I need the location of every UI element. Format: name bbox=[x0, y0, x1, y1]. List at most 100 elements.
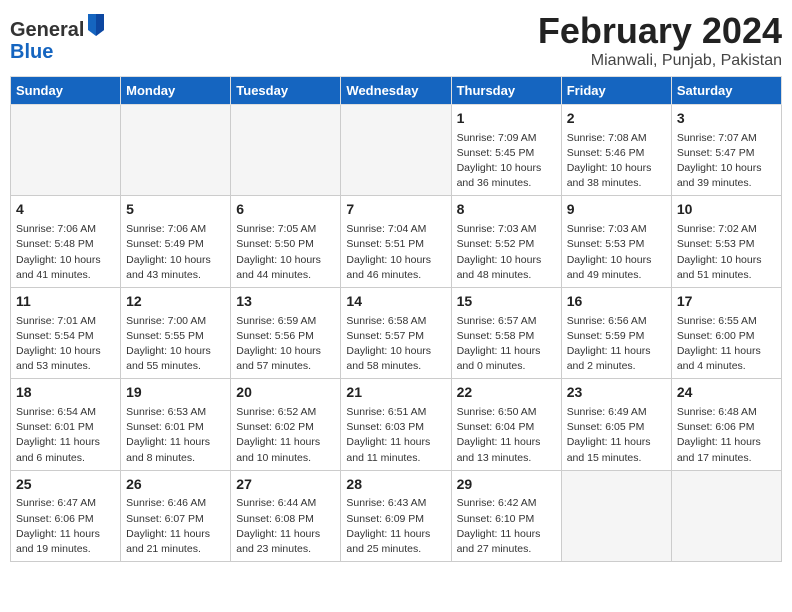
day-number: 28 bbox=[346, 475, 445, 495]
day-info: Sunrise: 6:57 AMSunset: 5:58 PMDaylight:… bbox=[457, 314, 556, 375]
calendar-cell: 29Sunrise: 6:42 AMSunset: 6:10 PMDayligh… bbox=[451, 470, 561, 561]
logo-general-text: General bbox=[10, 19, 84, 41]
day-number: 23 bbox=[567, 383, 666, 403]
calendar-cell: 25Sunrise: 6:47 AMSunset: 6:06 PMDayligh… bbox=[11, 470, 121, 561]
calendar-cell: 5Sunrise: 7:06 AMSunset: 5:49 PMDaylight… bbox=[121, 196, 231, 287]
calendar-cell: 6Sunrise: 7:05 AMSunset: 5:50 PMDaylight… bbox=[231, 196, 341, 287]
calendar-table: Sunday Monday Tuesday Wednesday Thursday… bbox=[10, 76, 782, 562]
day-info: Sunrise: 6:59 AMSunset: 5:56 PMDaylight:… bbox=[236, 314, 335, 375]
day-info: Sunrise: 6:50 AMSunset: 6:04 PMDaylight:… bbox=[457, 405, 556, 466]
page-header: General Blue February 2024 Mianwali, Pun… bbox=[10, 10, 782, 70]
day-number: 26 bbox=[126, 475, 225, 495]
calendar-cell: 14Sunrise: 6:58 AMSunset: 5:57 PMDayligh… bbox=[341, 287, 451, 378]
day-number: 12 bbox=[126, 292, 225, 312]
day-number: 8 bbox=[457, 200, 556, 220]
day-info: Sunrise: 6:47 AMSunset: 6:06 PMDaylight:… bbox=[16, 496, 115, 557]
calendar-cell: 15Sunrise: 6:57 AMSunset: 5:58 PMDayligh… bbox=[451, 287, 561, 378]
calendar-cell bbox=[341, 105, 451, 196]
calendar-cell: 27Sunrise: 6:44 AMSunset: 6:08 PMDayligh… bbox=[231, 470, 341, 561]
day-number: 9 bbox=[567, 200, 666, 220]
day-number: 6 bbox=[236, 200, 335, 220]
calendar-cell: 3Sunrise: 7:07 AMSunset: 5:47 PMDaylight… bbox=[671, 105, 781, 196]
calendar-cell bbox=[231, 105, 341, 196]
calendar-header-row: Sunday Monday Tuesday Wednesday Thursday… bbox=[11, 77, 782, 105]
calendar-cell: 21Sunrise: 6:51 AMSunset: 6:03 PMDayligh… bbox=[341, 379, 451, 470]
calendar-week-2: 4Sunrise: 7:06 AMSunset: 5:48 PMDaylight… bbox=[11, 196, 782, 287]
day-info: Sunrise: 7:06 AMSunset: 5:49 PMDaylight:… bbox=[126, 222, 225, 283]
day-info: Sunrise: 6:46 AMSunset: 6:07 PMDaylight:… bbox=[126, 496, 225, 557]
calendar-cell: 12Sunrise: 7:00 AMSunset: 5:55 PMDayligh… bbox=[121, 287, 231, 378]
day-number: 20 bbox=[236, 383, 335, 403]
day-number: 21 bbox=[346, 383, 445, 403]
col-saturday: Saturday bbox=[671, 77, 781, 105]
calendar-week-1: 1Sunrise: 7:09 AMSunset: 5:45 PMDaylight… bbox=[11, 105, 782, 196]
day-info: Sunrise: 6:42 AMSunset: 6:10 PMDaylight:… bbox=[457, 496, 556, 557]
logo-icon bbox=[86, 12, 106, 36]
calendar-week-3: 11Sunrise: 7:01 AMSunset: 5:54 PMDayligh… bbox=[11, 287, 782, 378]
col-monday: Monday bbox=[121, 77, 231, 105]
main-title: February 2024 bbox=[538, 10, 782, 52]
day-number: 1 bbox=[457, 109, 556, 129]
calendar-cell: 13Sunrise: 6:59 AMSunset: 5:56 PMDayligh… bbox=[231, 287, 341, 378]
day-info: Sunrise: 6:53 AMSunset: 6:01 PMDaylight:… bbox=[126, 405, 225, 466]
logo: General Blue bbox=[10, 16, 106, 63]
day-info: Sunrise: 7:03 AMSunset: 5:53 PMDaylight:… bbox=[567, 222, 666, 283]
day-info: Sunrise: 7:05 AMSunset: 5:50 PMDaylight:… bbox=[236, 222, 335, 283]
day-number: 11 bbox=[16, 292, 115, 312]
calendar-week-4: 18Sunrise: 6:54 AMSunset: 6:01 PMDayligh… bbox=[11, 379, 782, 470]
day-number: 29 bbox=[457, 475, 556, 495]
calendar-cell bbox=[11, 105, 121, 196]
calendar-cell: 22Sunrise: 6:50 AMSunset: 6:04 PMDayligh… bbox=[451, 379, 561, 470]
day-number: 14 bbox=[346, 292, 445, 312]
calendar-cell: 24Sunrise: 6:48 AMSunset: 6:06 PMDayligh… bbox=[671, 379, 781, 470]
calendar-cell bbox=[561, 470, 671, 561]
calendar-cell: 7Sunrise: 7:04 AMSunset: 5:51 PMDaylight… bbox=[341, 196, 451, 287]
title-block: February 2024 Mianwali, Punjab, Pakistan bbox=[538, 10, 782, 70]
day-number: 25 bbox=[16, 475, 115, 495]
day-number: 18 bbox=[16, 383, 115, 403]
day-info: Sunrise: 6:54 AMSunset: 6:01 PMDaylight:… bbox=[16, 405, 115, 466]
day-info: Sunrise: 6:44 AMSunset: 6:08 PMDaylight:… bbox=[236, 496, 335, 557]
calendar-cell bbox=[121, 105, 231, 196]
calendar-cell: 16Sunrise: 6:56 AMSunset: 5:59 PMDayligh… bbox=[561, 287, 671, 378]
calendar-cell bbox=[671, 470, 781, 561]
day-number: 17 bbox=[677, 292, 776, 312]
day-number: 19 bbox=[126, 383, 225, 403]
day-number: 10 bbox=[677, 200, 776, 220]
calendar-cell: 20Sunrise: 6:52 AMSunset: 6:02 PMDayligh… bbox=[231, 379, 341, 470]
calendar-cell: 28Sunrise: 6:43 AMSunset: 6:09 PMDayligh… bbox=[341, 470, 451, 561]
day-info: Sunrise: 6:49 AMSunset: 6:05 PMDaylight:… bbox=[567, 405, 666, 466]
day-info: Sunrise: 7:09 AMSunset: 5:45 PMDaylight:… bbox=[457, 131, 556, 192]
calendar-cell: 26Sunrise: 6:46 AMSunset: 6:07 PMDayligh… bbox=[121, 470, 231, 561]
day-info: Sunrise: 6:56 AMSunset: 5:59 PMDaylight:… bbox=[567, 314, 666, 375]
calendar-cell: 17Sunrise: 6:55 AMSunset: 6:00 PMDayligh… bbox=[671, 287, 781, 378]
col-thursday: Thursday bbox=[451, 77, 561, 105]
day-number: 22 bbox=[457, 383, 556, 403]
day-number: 4 bbox=[16, 200, 115, 220]
col-wednesday: Wednesday bbox=[341, 77, 451, 105]
day-info: Sunrise: 7:04 AMSunset: 5:51 PMDaylight:… bbox=[346, 222, 445, 283]
day-number: 15 bbox=[457, 292, 556, 312]
day-number: 2 bbox=[567, 109, 666, 129]
day-number: 13 bbox=[236, 292, 335, 312]
day-info: Sunrise: 7:07 AMSunset: 5:47 PMDaylight:… bbox=[677, 131, 776, 192]
logo-blue-text: Blue bbox=[10, 41, 53, 63]
col-tuesday: Tuesday bbox=[231, 77, 341, 105]
day-number: 27 bbox=[236, 475, 335, 495]
day-info: Sunrise: 7:06 AMSunset: 5:48 PMDaylight:… bbox=[16, 222, 115, 283]
calendar-week-5: 25Sunrise: 6:47 AMSunset: 6:06 PMDayligh… bbox=[11, 470, 782, 561]
day-info: Sunrise: 6:52 AMSunset: 6:02 PMDaylight:… bbox=[236, 405, 335, 466]
col-friday: Friday bbox=[561, 77, 671, 105]
day-info: Sunrise: 7:00 AMSunset: 5:55 PMDaylight:… bbox=[126, 314, 225, 375]
day-info: Sunrise: 6:48 AMSunset: 6:06 PMDaylight:… bbox=[677, 405, 776, 466]
day-number: 3 bbox=[677, 109, 776, 129]
calendar-cell: 23Sunrise: 6:49 AMSunset: 6:05 PMDayligh… bbox=[561, 379, 671, 470]
day-info: Sunrise: 7:08 AMSunset: 5:46 PMDaylight:… bbox=[567, 131, 666, 192]
day-number: 7 bbox=[346, 200, 445, 220]
calendar-cell: 2Sunrise: 7:08 AMSunset: 5:46 PMDaylight… bbox=[561, 105, 671, 196]
calendar-cell: 19Sunrise: 6:53 AMSunset: 6:01 PMDayligh… bbox=[121, 379, 231, 470]
calendar-cell: 1Sunrise: 7:09 AMSunset: 5:45 PMDaylight… bbox=[451, 105, 561, 196]
day-info: Sunrise: 7:03 AMSunset: 5:52 PMDaylight:… bbox=[457, 222, 556, 283]
day-info: Sunrise: 6:43 AMSunset: 6:09 PMDaylight:… bbox=[346, 496, 445, 557]
day-number: 24 bbox=[677, 383, 776, 403]
